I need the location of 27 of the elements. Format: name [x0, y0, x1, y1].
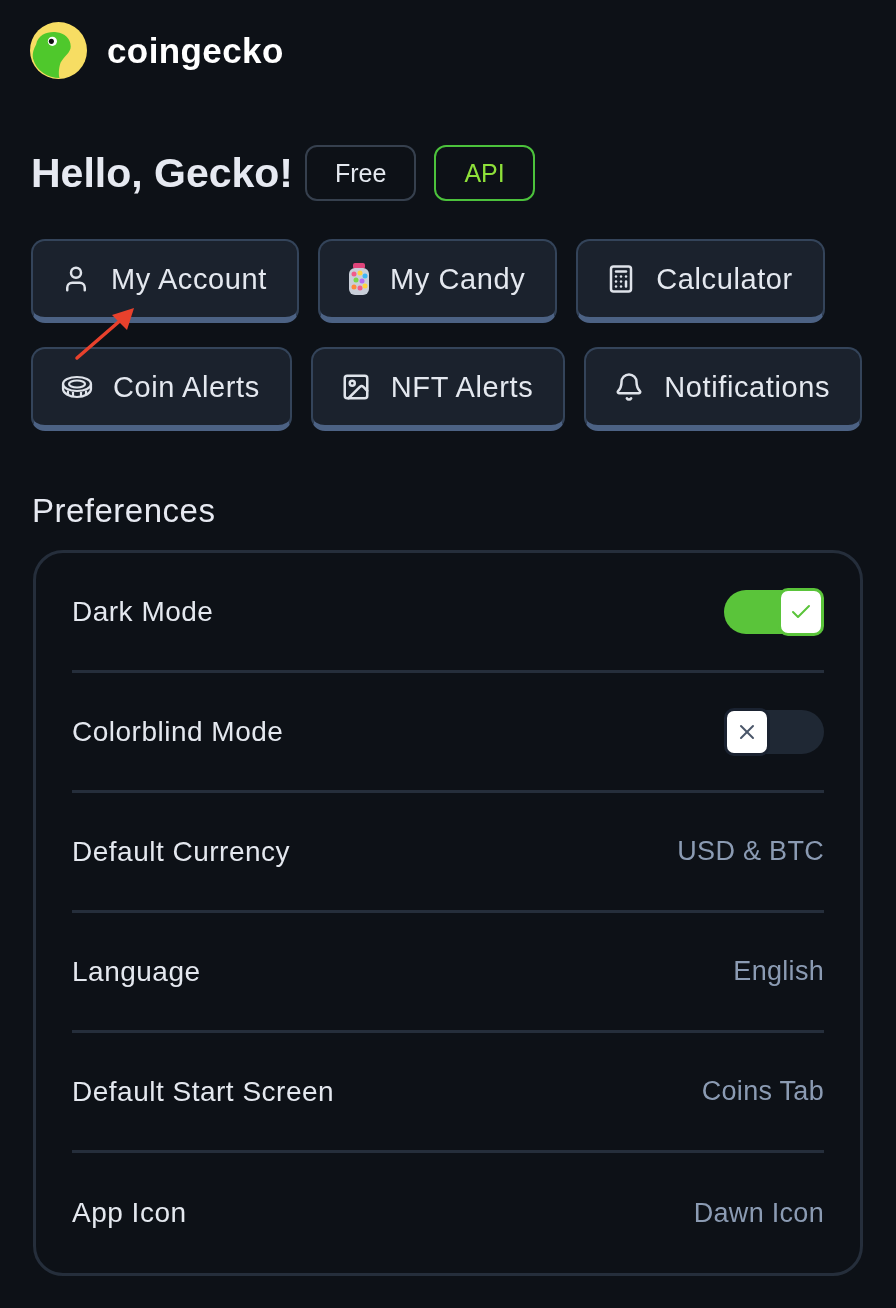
setting-value[interactable]: USD & BTC	[677, 836, 824, 867]
shortcut-button[interactable]: Calculator	[576, 239, 825, 323]
section-title: Preferences	[32, 492, 216, 530]
api-badge: API	[434, 145, 535, 201]
setting-value[interactable]: Coins Tab	[701, 1076, 824, 1107]
setting-label: Language	[72, 955, 201, 988]
setting-value[interactable]: Dawn Icon	[693, 1197, 824, 1229]
setting-label: Dark Mode	[72, 595, 214, 628]
annotation-arrow	[74, 305, 136, 361]
toggle-switch[interactable]	[724, 709, 824, 754]
coin-icon	[61, 375, 93, 399]
setting-value[interactable]: English	[733, 956, 824, 987]
toggle-switch[interactable]	[724, 589, 824, 634]
shortcut-button[interactable]: NFT Alerts	[310, 347, 566, 431]
greeting-title: Hello, Gecko!	[31, 149, 293, 197]
shortcut-button[interactable]: Coin Alerts	[31, 347, 292, 431]
shortcut-button[interactable]: Notifications	[584, 347, 863, 431]
setting-label: Default Currency	[72, 835, 291, 868]
setting-label: App Icon	[72, 1197, 187, 1229]
setting-label: Colorblind Mode	[72, 715, 284, 748]
brand-wordmark: coingecko	[107, 30, 284, 71]
shortcut-button[interactable]: My Account	[31, 239, 299, 323]
setting-label: Default Start Screen	[72, 1075, 335, 1108]
plan-badge: Free	[305, 145, 417, 201]
gecko-logo-icon	[30, 22, 87, 79]
candy-jar-icon	[347, 263, 370, 295]
shortcut-button[interactable]: My Candy	[317, 239, 558, 323]
